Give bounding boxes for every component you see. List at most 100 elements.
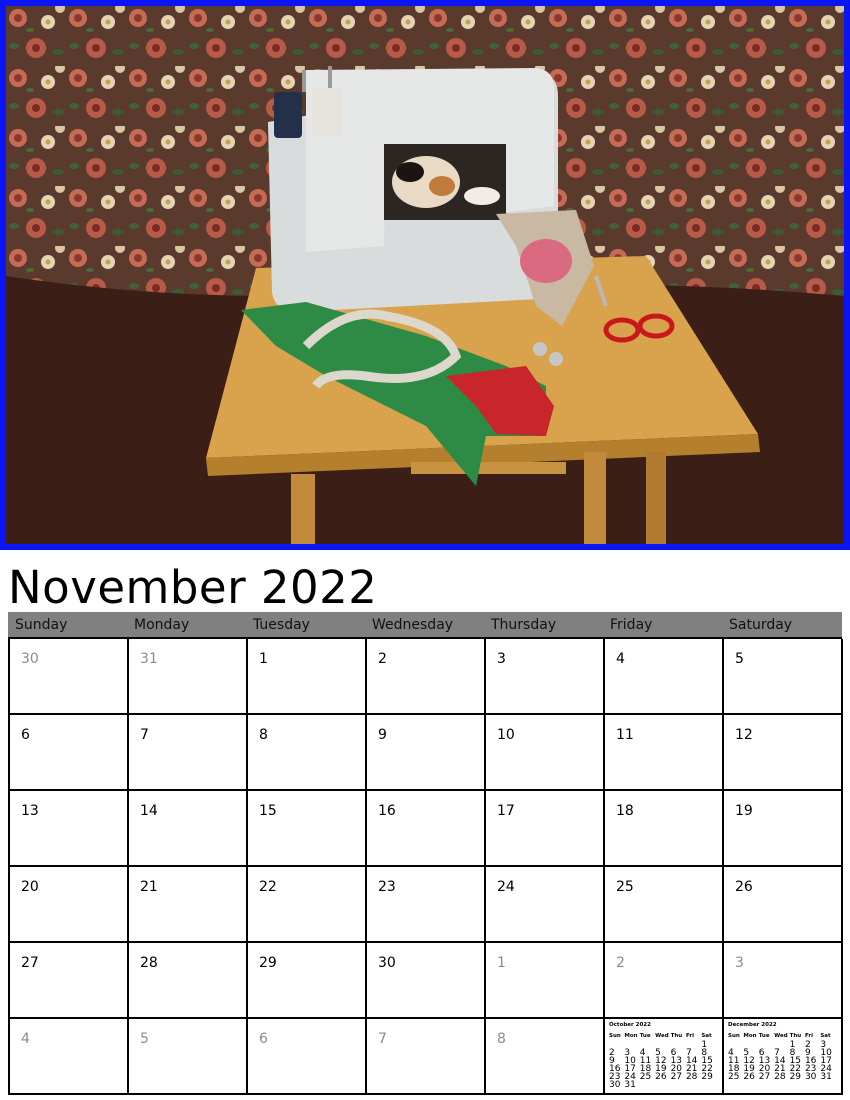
day-number: 3 (497, 651, 506, 667)
day-cell: 3 (486, 639, 605, 715)
day-cell: 9 (367, 715, 486, 791)
mini-weekday: Thu (789, 1033, 802, 1039)
adjacent-month-day-number: 30 (21, 651, 39, 667)
day-cell: 6 (10, 715, 129, 791)
weekday-wednesday: Wednesday (372, 617, 454, 633)
day-cell: 5 (724, 639, 843, 715)
day-cell: 27 (10, 943, 129, 1019)
mini-calendar-weekdays: Sun Mon Tue Wed Thu Fri Sat (609, 1033, 717, 1040)
day-cell: 11 (605, 715, 724, 791)
mini-day: 28 (685, 1072, 698, 1082)
mini-weekday: Mon (624, 1033, 638, 1039)
mini-calendar-days: 1 2 3 4 5 6 7 8 9 10 11 12 13 14 15 16 17 18 19 20 21 22 23 24 2… (609, 1041, 717, 1090)
day-cell: 18 (605, 791, 724, 867)
weekday-thursday: Thursday (491, 617, 557, 633)
mini-weekday: Tue (639, 1033, 651, 1039)
day-cell: 24 (486, 867, 605, 943)
mini-day: 31 (820, 1072, 832, 1082)
day-cell: 19 (724, 791, 843, 867)
day-cell: 6 (248, 1019, 367, 1095)
mini-weekday: Sat (820, 1033, 831, 1039)
mini-weekday: Sun (728, 1033, 740, 1039)
mini-weekday: Tue (758, 1033, 770, 1039)
day-number: 27 (21, 955, 39, 971)
day-cell: 30 (367, 943, 486, 1019)
weekday-tuesday: Tuesday (253, 617, 310, 633)
mini-weekday: Wed (655, 1033, 669, 1039)
day-number: 12 (735, 727, 753, 743)
day-number: 14 (140, 803, 158, 819)
day-cell: 2 (367, 639, 486, 715)
day-number: 6 (21, 727, 30, 743)
mini-calendar-title: December 2022 (728, 1022, 777, 1028)
weekday-header: Sunday Monday Tuesday Wednesday Thursday… (8, 612, 842, 637)
adjacent-month-day-number: 1 (497, 955, 506, 971)
day-cell: December 2022 Sun Mon Tue Wed Thu Fri Sat 1 2 3 4 5 6… (724, 1019, 843, 1095)
day-cell: 15 (248, 791, 367, 867)
adjacent-month-day-number: 2 (616, 955, 625, 971)
day-number: 13 (21, 803, 39, 819)
mini-day: 26 (743, 1072, 755, 1082)
day-cell: 20 (10, 867, 129, 943)
day-cell: 1 (486, 943, 605, 1019)
day-cell: 4 (605, 639, 724, 715)
adjacent-month-day-number: 5 (140, 1031, 149, 1047)
day-cell: 28 (129, 943, 248, 1019)
day-cell: 10 (486, 715, 605, 791)
day-number: 29 (259, 955, 277, 971)
mini-day: 29 (701, 1072, 713, 1082)
day-number: 2 (378, 651, 387, 667)
day-cell: 25 (605, 867, 724, 943)
day-number: 19 (735, 803, 753, 819)
month-title: November 2022 (8, 561, 378, 614)
mini-weekday: Sun (609, 1033, 621, 1039)
sewing-machine-cat-photo (6, 6, 844, 544)
mini-day: 31 (624, 1080, 636, 1090)
day-cell: 16 (367, 791, 486, 867)
mini-day: 27 (670, 1072, 683, 1082)
adjacent-month-day-number: 31 (140, 651, 158, 667)
mini-weekday: Wed (774, 1033, 788, 1039)
calendar-photo (0, 0, 850, 550)
day-cell: 17 (486, 791, 605, 867)
weekday-monday: Monday (134, 617, 190, 633)
day-number: 10 (497, 727, 515, 743)
mini-weekday: Mon (743, 1033, 757, 1039)
day-number: 23 (378, 879, 396, 895)
day-cell: 21 (129, 867, 248, 943)
day-number: 16 (378, 803, 396, 819)
day-cell: 2 (605, 943, 724, 1019)
mini-day: 30 (609, 1080, 621, 1090)
day-number: 1 (259, 651, 268, 667)
day-number: 21 (140, 879, 158, 895)
month-calendar: Sunday Monday Tuesday Wednesday Thursday… (8, 612, 843, 1095)
day-cell: 31 (129, 639, 248, 715)
day-number: 11 (616, 727, 634, 743)
day-number: 25 (616, 879, 634, 895)
mini-calendar-weekdays: Sun Mon Tue Wed Thu Fri Sat (728, 1033, 836, 1040)
day-number: 22 (259, 879, 277, 895)
day-cell: 22 (248, 867, 367, 943)
mini-day: 25 (639, 1072, 652, 1082)
mini-calendar-days: 1 2 3 4 5 6 7 8 9 10 11 12 13 14 15 16 17 18 19 20 21 22 23 24 2… (728, 1041, 836, 1082)
mini-calendar-previous: October 2022 Sun Mon Tue Wed Thu Fri Sat 1 2 3 4 5 6 7… (609, 1022, 717, 1090)
mini-day: 30 (804, 1072, 817, 1082)
mini-day: 27 (758, 1072, 771, 1082)
day-number: 15 (259, 803, 277, 819)
day-grid: 30 31 1 2 3 4 5 6 7 8 9 10 11 12 13 14 15 16 17 18 19 20 21 22 2… (8, 637, 843, 1095)
adjacent-month-day-number: 3 (735, 955, 744, 971)
mini-day: 26 (655, 1072, 667, 1082)
mini-calendar-next: December 2022 Sun Mon Tue Wed Thu Fri Sat 1 2 3 4 5 6… (728, 1022, 836, 1082)
day-cell: 23 (367, 867, 486, 943)
day-number: 5 (735, 651, 744, 667)
day-cell: October 2022 Sun Mon Tue Wed Thu Fri Sat 1 2 3 4 5 6 7… (605, 1019, 724, 1095)
day-number: 18 (616, 803, 634, 819)
adjacent-month-day-number: 6 (259, 1031, 268, 1047)
day-number: 7 (140, 727, 149, 743)
day-cell: 13 (10, 791, 129, 867)
weekday-saturday: Saturday (729, 617, 793, 633)
day-cell: 8 (486, 1019, 605, 1095)
mini-day: 29 (789, 1072, 802, 1082)
day-number: 8 (259, 727, 268, 743)
weekday-friday: Friday (610, 617, 653, 633)
